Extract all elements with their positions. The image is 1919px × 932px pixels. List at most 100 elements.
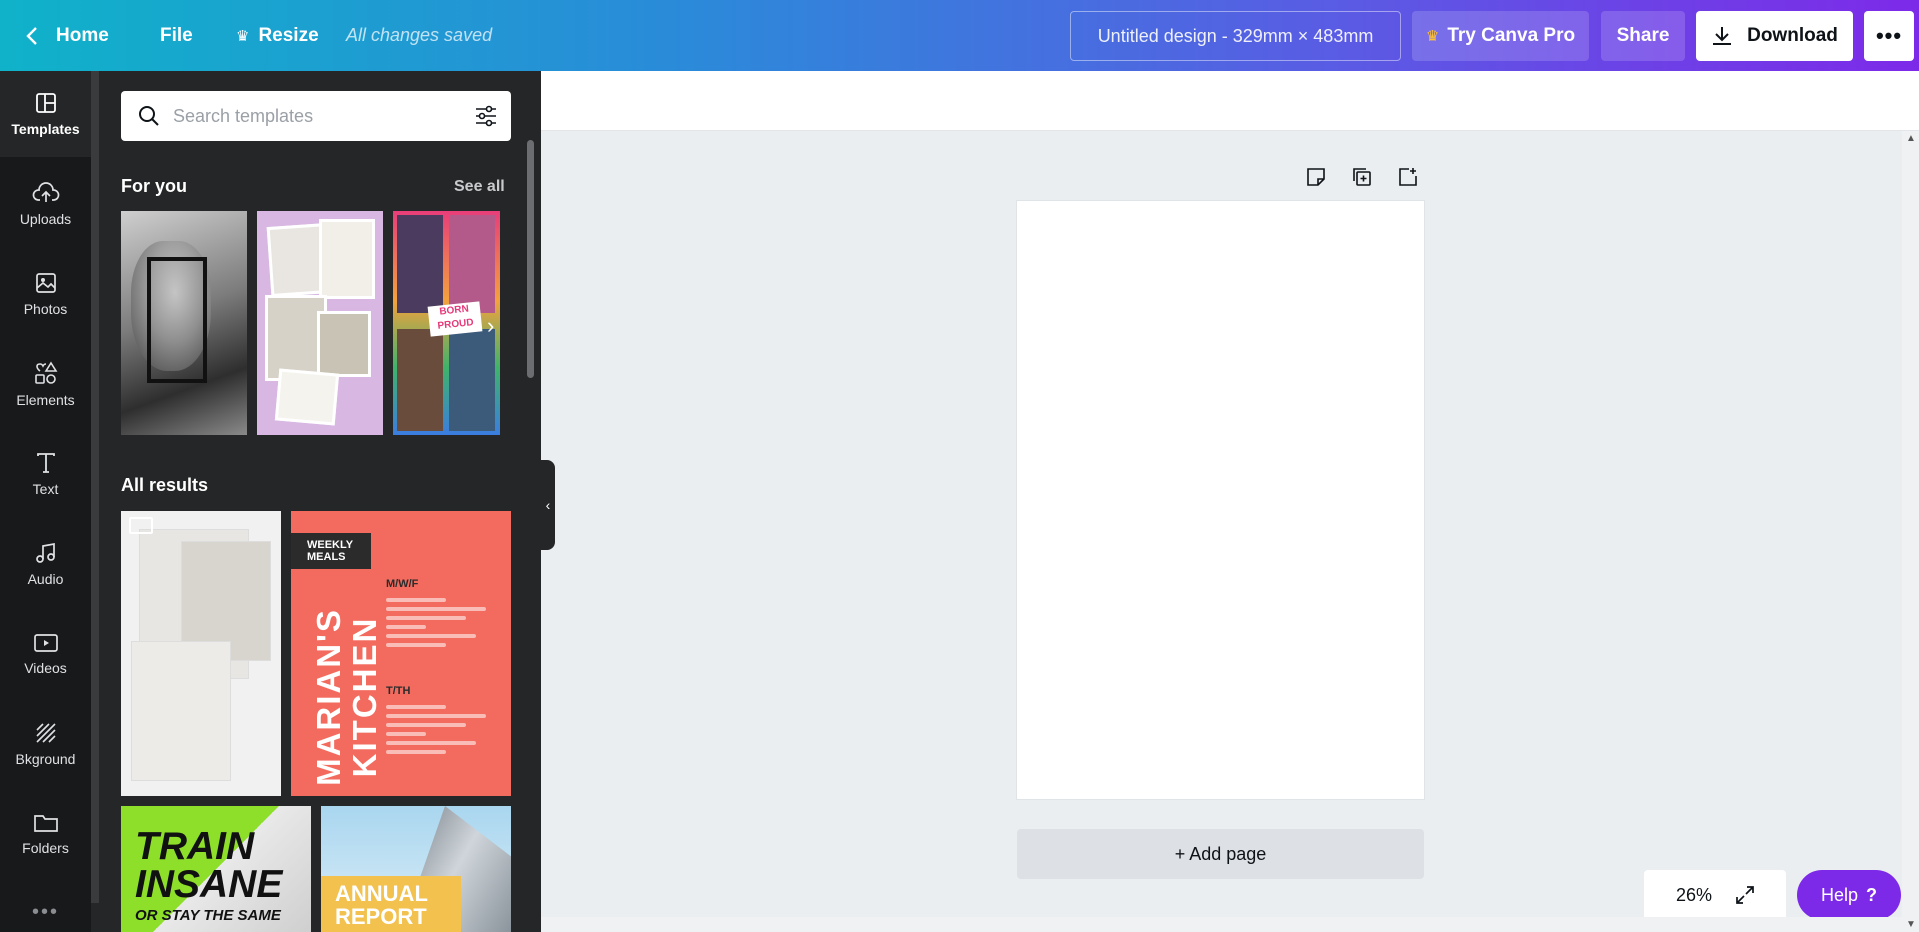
menu-day: M/W/F	[386, 578, 419, 590]
zoom-level[interactable]: 26%	[1676, 885, 1712, 906]
template-thumbnail[interactable]: BORN PROUD	[393, 211, 500, 435]
rail-label: Audio	[27, 571, 64, 587]
tag-line: WEEKLY	[307, 539, 354, 551]
top-bar: Home File ♛ Resize All changes saved Unt…	[0, 0, 1919, 71]
all-results-heading: All results	[121, 475, 209, 495]
template-thumbnail[interactable]: TRAIN INSANE OR STAY THE SAME	[121, 806, 311, 932]
search-input[interactable]	[173, 105, 453, 127]
label-line: REPORT	[335, 904, 427, 929]
born-proud-badge: BORN PROUD	[427, 301, 483, 337]
menu-block: T/TH	[386, 686, 486, 759]
kitchen-title: MARIAN'S KITCHEN	[310, 577, 383, 796]
rail-item-elements[interactable]: Elements	[0, 341, 91, 427]
download-button[interactable]: Download	[1696, 11, 1853, 61]
scroll-down-icon[interactable]: ▼	[1906, 919, 1916, 930]
collapse-panel-button[interactable]: ‹	[541, 460, 555, 550]
menu-day: T/TH	[386, 685, 411, 697]
collage-photo	[319, 219, 375, 299]
resize-label: Resize	[258, 24, 319, 46]
add-page-button[interactable]: + Add page	[1017, 829, 1424, 879]
photo-frame	[147, 257, 207, 383]
train-subtitle: OR STAY THE SAME	[135, 907, 281, 924]
rail-label: Templates	[11, 121, 80, 137]
home-button[interactable]: Home	[26, 0, 109, 71]
duplicate-page-icon[interactable]	[1351, 166, 1373, 188]
see-all-link[interactable]: See all	[454, 178, 505, 196]
home-label: Home	[56, 24, 109, 46]
collage-photo	[397, 329, 443, 431]
resize-button[interactable]: ♛ Resize	[236, 0, 319, 71]
zoom-control[interactable]: 26%	[1644, 870, 1786, 920]
panel-scrollbar[interactable]	[527, 140, 534, 378]
rail-item-text[interactable]: Text	[0, 431, 91, 517]
rail-item-audio[interactable]: Audio	[0, 521, 91, 607]
rail-label: Elements	[16, 392, 75, 408]
help-button[interactable]: Help ?	[1797, 870, 1901, 920]
rail-item-templates[interactable]: Templates	[0, 71, 91, 157]
collage-photo	[449, 329, 495, 431]
text-icon	[36, 453, 55, 473]
fullscreen-icon[interactable]	[1734, 884, 1756, 906]
video-badge-icon	[129, 517, 153, 534]
file-menu-button[interactable]: File	[160, 0, 193, 71]
rail-label: Uploads	[19, 211, 72, 227]
rail-label: Bkground	[15, 751, 76, 767]
image-icon	[35, 273, 56, 293]
collage-photo	[449, 215, 495, 313]
rail-label: Text	[32, 481, 59, 497]
for-you-heading: For you	[121, 176, 187, 196]
page-tools	[1305, 166, 1419, 188]
rail-item-folders[interactable]: Folders	[0, 791, 91, 877]
rail-more-button[interactable]: •••	[0, 901, 91, 924]
tag-line: MEALS	[307, 551, 346, 563]
collage-photo	[317, 311, 371, 377]
rail-item-uploads[interactable]: Uploads	[0, 161, 91, 247]
canvas-vertical-scrollbar[interactable]: ▲ ▼	[1902, 131, 1919, 932]
templates-icon	[35, 93, 56, 113]
rail-label: Folders	[22, 840, 69, 856]
upload-cloud-icon	[32, 182, 59, 202]
more-options-button[interactable]: •••	[1864, 11, 1914, 61]
download-icon	[1713, 27, 1732, 45]
music-note-icon	[35, 542, 55, 563]
canvas-horizontal-scrollbar[interactable]	[541, 917, 1902, 932]
scroll-up-icon[interactable]: ▲	[1906, 133, 1916, 144]
panel-scroll-track[interactable]	[91, 71, 99, 903]
try-pro-label: Try Canva Pro	[1447, 25, 1576, 46]
templates-panel	[91, 71, 541, 932]
design-title-field[interactable]: Untitled design - 329mm × 483mm	[1070, 11, 1401, 61]
label-line: ANNUAL	[335, 881, 428, 906]
save-status: All changes saved	[346, 25, 493, 45]
collage-note	[274, 368, 340, 426]
search-box[interactable]	[121, 91, 511, 141]
template-thumbnail[interactable]	[121, 211, 247, 435]
template-thumbnail[interactable]	[121, 511, 281, 796]
try-canva-pro-button[interactable]: ♛ Try Canva Pro	[1412, 11, 1589, 61]
shapes-icon	[34, 361, 57, 384]
title-line: INSANE	[135, 863, 283, 906]
note-icon[interactable]	[1305, 166, 1327, 188]
menu-block: M/W/F	[386, 579, 486, 652]
rail-item-background[interactable]: Bkground	[0, 701, 91, 787]
template-card	[131, 641, 231, 781]
help-label: Help	[1820, 884, 1859, 905]
crown-icon: ♛	[1425, 28, 1440, 45]
template-thumbnail[interactable]: ANNUAL REPORT	[321, 806, 511, 932]
file-label: File	[160, 24, 193, 46]
chevron-left-icon	[26, 26, 37, 45]
share-button[interactable]: Share	[1601, 11, 1685, 61]
template-thumbnail[interactable]: WEEKLY MEALS MARIAN'S KITCHEN M/W/F T/TH	[291, 511, 511, 796]
title-line: KITCHEN	[346, 616, 383, 778]
add-page-icon[interactable]	[1397, 166, 1419, 188]
rail-label: Videos	[24, 660, 67, 676]
train-title: TRAIN INSANE	[135, 827, 283, 906]
rail-item-videos[interactable]: Videos	[0, 611, 91, 697]
folder-icon	[33, 815, 58, 832]
download-label: Download	[1747, 25, 1838, 46]
chevron-right-icon[interactable]: ›	[487, 313, 494, 339]
video-icon	[33, 634, 58, 652]
design-page[interactable]	[1017, 201, 1424, 799]
filter-icon[interactable]	[473, 103, 499, 129]
template-thumbnail[interactable]	[257, 211, 383, 435]
rail-item-photos[interactable]: Photos	[0, 251, 91, 337]
